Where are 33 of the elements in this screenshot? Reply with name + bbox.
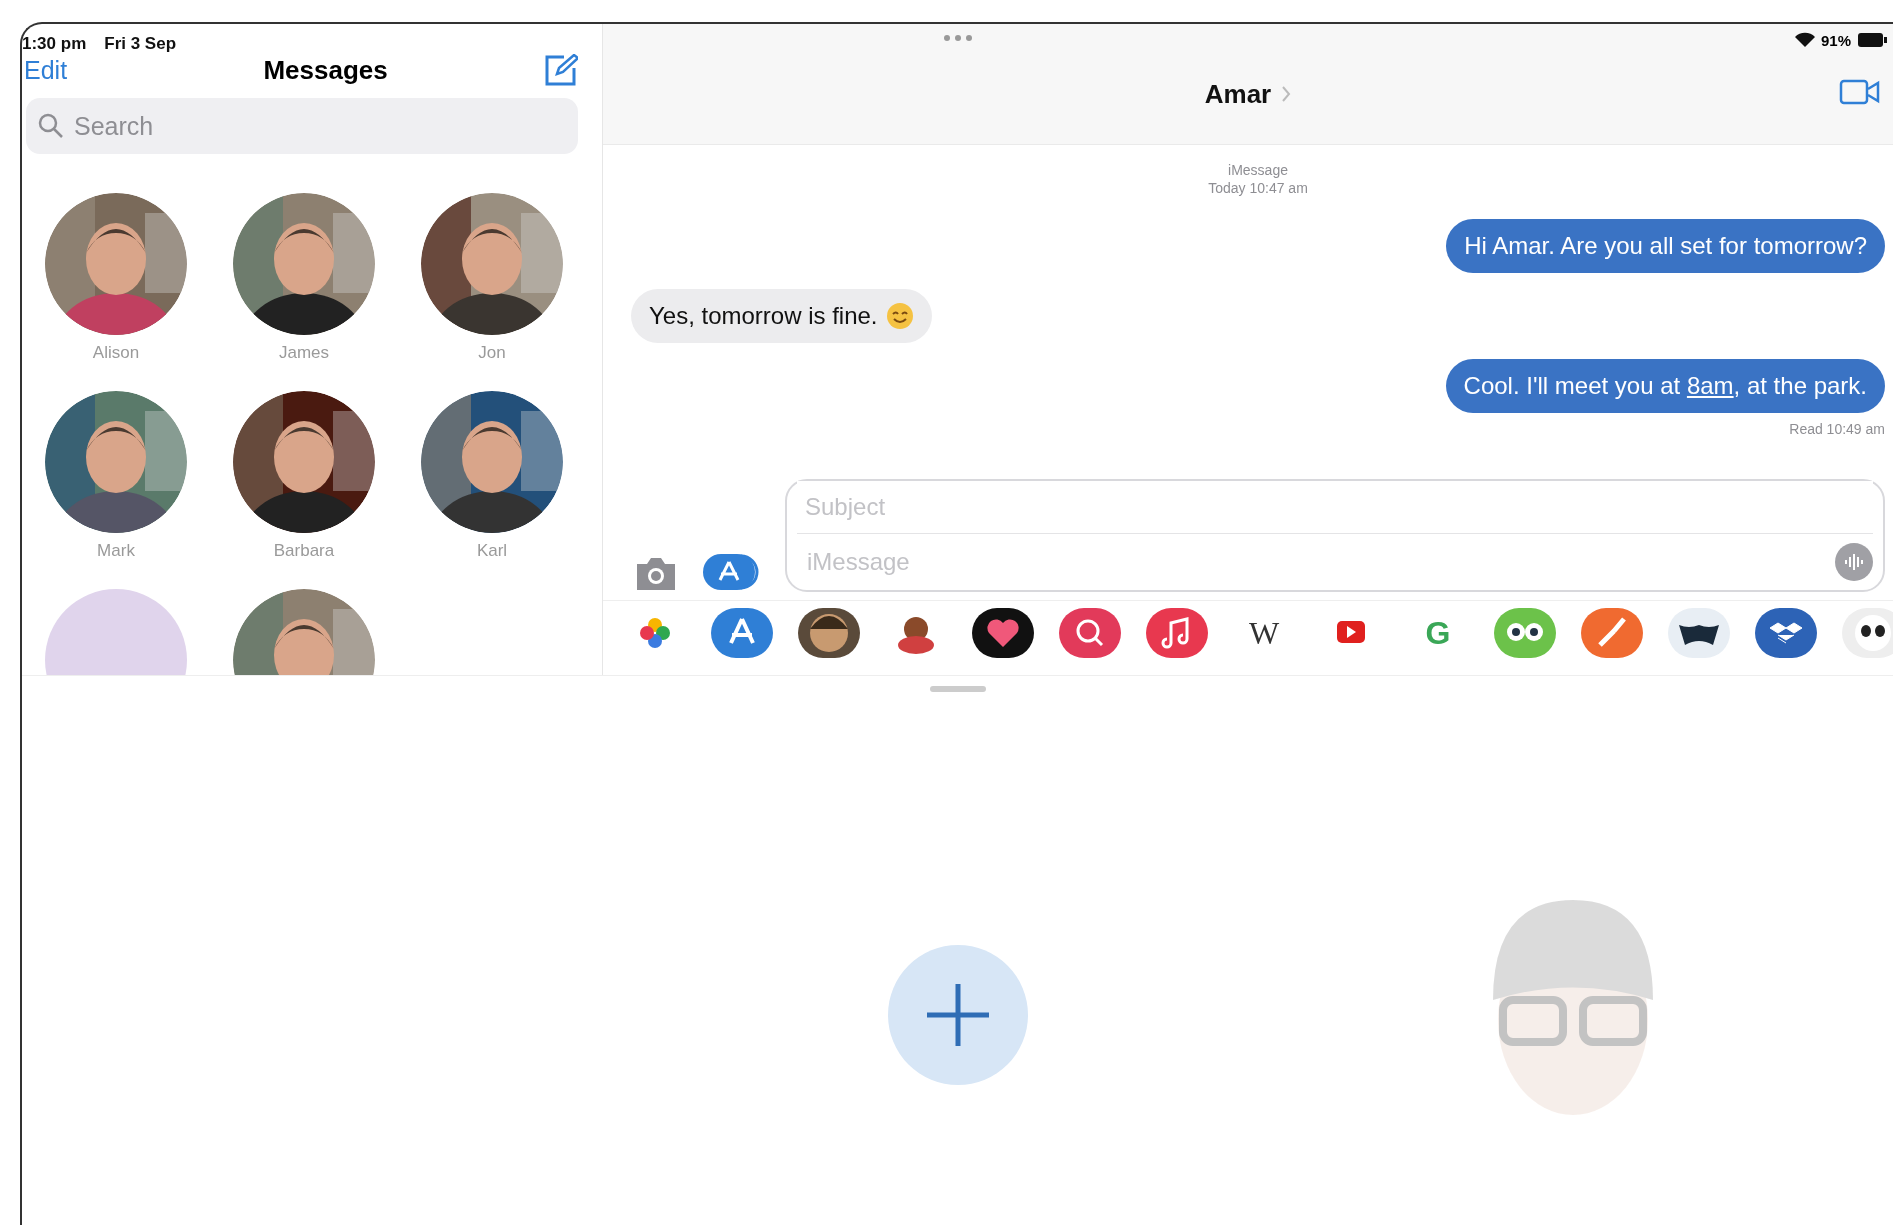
contact-name: Karl xyxy=(476,541,508,561)
status-date: Fri 3 Sep xyxy=(104,34,177,54)
panda-icon[interactable] xyxy=(1841,607,1893,659)
contact-name: Alison xyxy=(92,343,140,363)
edit-link[interactable]: Edit xyxy=(24,55,68,85)
compose-field[interactable]: Subject iMessage xyxy=(785,479,1885,592)
message-text: Hi Amar. Are you all set for tomorrow? xyxy=(1464,232,1867,260)
contact-name: Mark xyxy=(97,541,135,561)
contact-name: James xyxy=(278,343,330,363)
wifi-icon xyxy=(1794,32,1815,48)
video-call-icon[interactable] xyxy=(1839,78,1881,106)
more-icon[interactable] xyxy=(943,34,973,42)
compose-icon[interactable] xyxy=(544,54,578,86)
status-time: 1:30 pm xyxy=(22,34,87,54)
read-receipt: Read 10:49 am xyxy=(1789,421,1885,437)
search-icon xyxy=(38,113,64,139)
time-link[interactable]: 8am xyxy=(1686,372,1734,399)
battery-percent: 91% xyxy=(1820,31,1851,49)
battery-icon xyxy=(1857,32,1887,48)
message-text: Cool. I'll meet you at 8am, at the park. xyxy=(1463,372,1867,400)
list-title: Messages xyxy=(263,54,388,86)
service-label: iMessage xyxy=(1228,161,1288,179)
contact-name: Barbara xyxy=(273,541,335,561)
app-icon[interactable]: W xyxy=(1232,607,1296,659)
message-text: Yes, tomorrow is fine. xyxy=(649,302,878,330)
search-field[interactable]: Search xyxy=(26,98,578,154)
drag-handle[interactable] xyxy=(929,686,986,692)
subject-field[interactable]: Subject xyxy=(797,481,1873,534)
contact-title[interactable]: Amar xyxy=(1204,78,1272,110)
audio-icon[interactable] xyxy=(1835,543,1873,581)
contact-name: Jon xyxy=(478,343,506,363)
app-icon[interactable]: G xyxy=(1406,607,1470,659)
timestamp: Today 10:47 am xyxy=(1208,179,1308,197)
